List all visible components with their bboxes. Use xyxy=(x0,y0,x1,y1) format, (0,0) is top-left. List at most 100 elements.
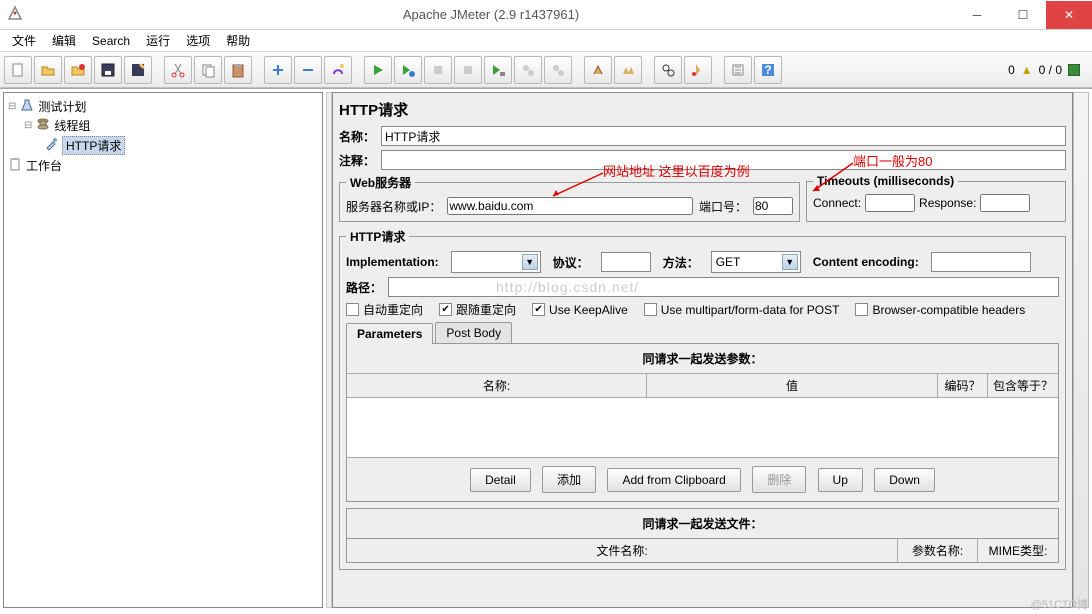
close-button[interactable]: ✕ xyxy=(1046,1,1092,29)
method-select[interactable]: GET▼ xyxy=(711,251,801,273)
menu-edit[interactable]: 编辑 xyxy=(46,30,82,51)
name-input[interactable] xyxy=(381,126,1066,146)
timeouts-legend: Timeouts (milliseconds) xyxy=(813,174,958,188)
clipboard-icon xyxy=(8,157,22,174)
response-label: Response: xyxy=(919,196,976,210)
remote-stop-icon[interactable] xyxy=(514,56,542,84)
open-icon[interactable] xyxy=(34,56,62,84)
remote-shutdown-icon[interactable] xyxy=(544,56,572,84)
tree-label-selected: HTTP请求 xyxy=(62,136,125,155)
minimize-button[interactable]: ─ xyxy=(954,1,1000,29)
search-tb-icon[interactable] xyxy=(654,56,682,84)
multipart-check[interactable]: Use multipart/form-data for POST xyxy=(644,303,840,317)
browser-headers-check[interactable]: Browser-compatible headers xyxy=(855,303,1025,317)
start-icon[interactable] xyxy=(364,56,392,84)
detail-button[interactable]: Detail xyxy=(470,468,531,492)
connect-input[interactable] xyxy=(865,194,915,212)
auto-redirect-check[interactable]: 自动重定向 xyxy=(346,301,423,318)
menu-file[interactable]: 文件 xyxy=(6,30,42,51)
impl-select[interactable]: ▼ xyxy=(451,251,541,273)
down-button[interactable]: Down xyxy=(874,468,935,492)
clear-all-icon[interactable] xyxy=(614,56,642,84)
stop-icon[interactable] xyxy=(424,56,452,84)
impl-label: Implementation: xyxy=(346,255,439,269)
tree-test-plan[interactable]: ⊟ 测试计划 xyxy=(8,97,318,116)
watermark: http://blog.csdn.net/ xyxy=(496,279,639,295)
menu-help[interactable]: 帮助 xyxy=(220,30,256,51)
tree-label: 线程组 xyxy=(54,117,90,134)
tab-parameters[interactable]: Parameters xyxy=(346,323,433,344)
save-icon[interactable] xyxy=(94,56,122,84)
paste-icon[interactable] xyxy=(224,56,252,84)
app-icon xyxy=(6,4,28,26)
spool-icon xyxy=(36,117,50,134)
remote-start-icon[interactable] xyxy=(484,56,512,84)
menu-options[interactable]: 选项 xyxy=(180,30,216,51)
keepalive-check[interactable]: ✔Use KeepAlive xyxy=(532,303,628,317)
help-icon[interactable]: ? xyxy=(754,56,782,84)
add-clipboard-button[interactable]: Add from Clipboard xyxy=(607,468,740,492)
toggle-icon[interactable] xyxy=(324,56,352,84)
connect-label: Connect: xyxy=(813,196,861,210)
titlebar: Apache JMeter (2.9 r1437961) ─ ☐ ✕ xyxy=(0,0,1092,30)
flask-icon xyxy=(20,98,34,115)
path-input[interactable] xyxy=(388,277,1059,297)
menu-run[interactable]: 运行 xyxy=(140,30,176,51)
status-indicator xyxy=(1068,64,1080,76)
comment-label: 注释： xyxy=(339,152,375,169)
reset-search-icon[interactable] xyxy=(684,56,712,84)
files-title: 同请求一起发送文件： xyxy=(346,508,1059,538)
collapse-icon[interactable] xyxy=(294,56,322,84)
web-server-group: Web服务器 服务器名称或IP： 端口号： xyxy=(339,174,800,222)
start-no-pause-icon[interactable] xyxy=(394,56,422,84)
new-icon[interactable] xyxy=(4,56,32,84)
save-as-icon[interactable] xyxy=(124,56,152,84)
port-input[interactable] xyxy=(753,197,793,215)
tree-thread-group[interactable]: ⊟ 线程组 xyxy=(8,116,318,135)
method-value: GET xyxy=(716,255,741,269)
proto-input[interactable] xyxy=(601,252,651,272)
host-input[interactable] xyxy=(447,197,693,215)
path-label: 路径： xyxy=(346,279,382,296)
col-mime: MIME类型: xyxy=(978,539,1058,562)
params-tabbody: 同请求一起发送参数： 名称: 值 编码？ 包含等于？ Detail 添加 Add… xyxy=(346,343,1059,502)
col-file: 文件名称: xyxy=(347,539,898,562)
up-button[interactable]: Up xyxy=(818,468,863,492)
web-server-legend: Web服务器 xyxy=(346,174,415,191)
add-button[interactable]: 添加 xyxy=(542,466,596,493)
method-label: 方法： xyxy=(663,254,699,271)
shutdown-icon[interactable] xyxy=(454,56,482,84)
encoding-input[interactable] xyxy=(931,252,1031,272)
host-label: 服务器名称或IP： xyxy=(346,198,441,215)
tree-label: 工作台 xyxy=(26,157,62,174)
params-table-header: 名称: 值 编码？ 包含等于？ xyxy=(347,374,1058,398)
warning-icon: ▲ xyxy=(1021,63,1033,77)
function-icon[interactable] xyxy=(724,56,752,84)
tab-post-body[interactable]: Post Body xyxy=(435,322,512,343)
params-buttons: Detail 添加 Add from Clipboard 删除 Up Down xyxy=(347,458,1058,501)
delete-button[interactable]: 删除 xyxy=(752,466,806,493)
col-encode: 编码？ xyxy=(938,374,988,397)
comment-input[interactable] xyxy=(381,150,1066,170)
menu-search[interactable]: Search xyxy=(86,32,136,50)
chevron-down-icon: ▼ xyxy=(522,254,538,270)
cut-icon[interactable] xyxy=(164,56,192,84)
follow-redirect-check[interactable]: ✔跟随重定向 xyxy=(439,301,516,318)
close-file-icon[interactable] xyxy=(64,56,92,84)
expand-icon[interactable] xyxy=(264,56,292,84)
maximize-button[interactable]: ☐ xyxy=(1000,1,1046,29)
port-label: 端口号： xyxy=(699,198,747,215)
params-table-body[interactable] xyxy=(347,398,1058,458)
copy-icon[interactable] xyxy=(194,56,222,84)
response-input[interactable] xyxy=(980,194,1030,212)
tree-panel[interactable]: ⊟ 测试计划 ⊟ 线程组 HTTP请求 工作台 xyxy=(3,92,323,608)
http-request-group: HTTP请求 Implementation: ▼ 协议： 方法： GET▼ Co… xyxy=(339,228,1066,570)
menubar: 文件 编辑 Search 运行 选项 帮助 xyxy=(0,30,1092,52)
tree-workbench[interactable]: 工作台 xyxy=(8,156,318,175)
tree-http-request[interactable]: HTTP请求 xyxy=(8,135,318,156)
scrollbar[interactable] xyxy=(1073,92,1089,608)
clear-icon[interactable] xyxy=(584,56,612,84)
http-legend: HTTP请求 xyxy=(346,228,409,245)
main-area: ⊟ 测试计划 ⊟ 线程组 HTTP请求 工作台 HTTP请求 名称： 注释 xyxy=(0,88,1092,611)
proto-label: 协议： xyxy=(553,254,589,271)
